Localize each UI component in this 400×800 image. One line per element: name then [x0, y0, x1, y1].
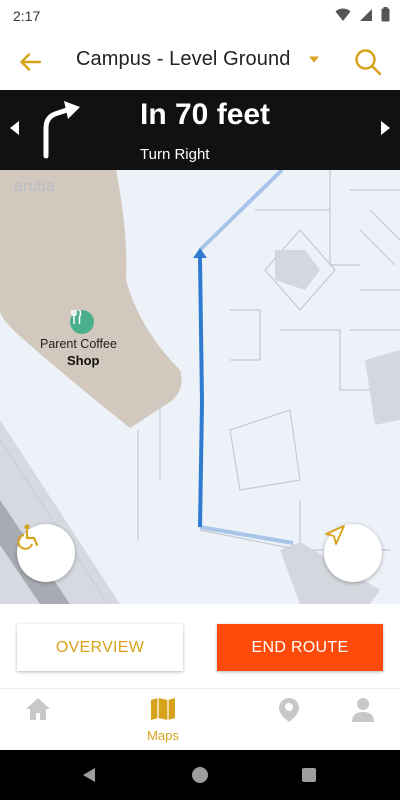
overview-button[interactable]: OVERVIEW — [17, 624, 183, 671]
poi-label[interactable]: Shop — [67, 353, 100, 368]
status-time: 2:17 — [13, 8, 41, 24]
dropdown-caret-icon[interactable] — [308, 56, 320, 63]
nav-home[interactable] — [8, 697, 68, 726]
navigation-banner: In 70 feet Turn Right — [0, 90, 400, 170]
poi-label[interactable]: Parent Coffee — [40, 337, 117, 351]
back-triangle-icon[interactable] — [82, 767, 96, 783]
locate-me-button[interactable] — [324, 524, 382, 582]
wheelchair-icon — [17, 524, 39, 550]
route-line — [198, 257, 205, 528]
previous-step-icon[interactable] — [8, 120, 20, 136]
restaurant-icon[interactable] — [70, 310, 94, 334]
map-icon — [151, 698, 175, 720]
bottom-navigation: Maps — [0, 688, 400, 750]
status-icons — [335, 7, 390, 22]
location-pin-icon — [279, 698, 299, 722]
app-bar: Campus - Level Ground — [0, 34, 400, 90]
route-direction-arrow — [193, 248, 207, 258]
turn-right-arrow-icon — [43, 101, 80, 159]
nav-places[interactable] — [259, 697, 319, 728]
nav-profile[interactable] — [333, 697, 393, 728]
map-view[interactable]: aruba Parent Coffee Shop — [0, 170, 400, 604]
navigation-arrow-icon — [325, 525, 345, 545]
signal-icon — [360, 8, 372, 21]
accessibility-button[interactable] — [17, 524, 75, 582]
end-route-button[interactable]: END ROUTE — [217, 624, 383, 671]
map-level-title[interactable]: Campus - Level Ground — [76, 48, 290, 71]
aruba-logo: aruba — [14, 178, 55, 195]
next-step-icon[interactable] — [380, 120, 392, 136]
system-navigation-bar — [0, 750, 400, 800]
nav-instruction: Turn Right — [140, 146, 210, 163]
home-icon — [26, 698, 50, 720]
person-icon — [352, 698, 374, 722]
recents-square-icon[interactable] — [302, 768, 316, 782]
search-icon — [355, 49, 382, 76]
back-button[interactable] — [14, 46, 46, 78]
search-button[interactable] — [350, 44, 386, 80]
nav-distance: In 70 feet — [140, 98, 271, 131]
home-circle-icon[interactable] — [191, 766, 209, 784]
route-actions: OVERVIEW END ROUTE — [0, 604, 400, 688]
arrow-left-icon — [20, 53, 41, 71]
battery-icon — [381, 7, 390, 22]
wifi-icon — [335, 8, 351, 21]
route-traveled-line — [199, 525, 294, 545]
nav-maps[interactable]: Maps — [133, 697, 193, 743]
nav-maps-label: Maps — [147, 728, 179, 743]
status-bar: 2:17 — [0, 0, 400, 34]
building-shape — [0, 170, 182, 428]
